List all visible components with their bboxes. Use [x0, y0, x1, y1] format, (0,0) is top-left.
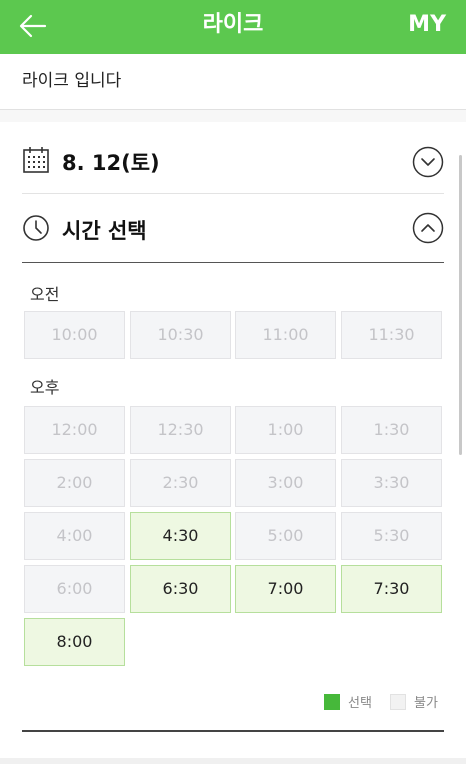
- app-header: 라이크 MY: [0, 0, 466, 54]
- my-page-button[interactable]: MY: [408, 0, 446, 54]
- chevron-up-circle-icon[interactable]: [412, 212, 444, 244]
- time-section-title: 시간 선택: [62, 219, 147, 243]
- time-slot: 4:00: [24, 512, 125, 560]
- section-divider: [0, 110, 466, 122]
- time-slot: 10:00: [24, 311, 125, 359]
- afternoon-label: 오후: [30, 378, 60, 397]
- legend-unavailable-label: 불가: [414, 696, 438, 711]
- time-slot: 11:00: [235, 311, 336, 359]
- time-slot: 2:30: [130, 459, 231, 507]
- bottom-band: [0, 758, 466, 764]
- time-slot[interactable]: 6:30: [130, 565, 231, 613]
- time-slot[interactable]: 8:00: [24, 618, 125, 666]
- date-selector[interactable]: 8. 12(토): [22, 130, 444, 194]
- morning-label: 오전: [30, 285, 60, 304]
- calendar-icon: [23, 147, 49, 173]
- time-slot: 6:00: [24, 565, 125, 613]
- legend-selected-label: 선택: [348, 696, 372, 711]
- time-slot: 12:00: [24, 406, 125, 454]
- time-slot[interactable]: 7:00: [235, 565, 336, 613]
- bottom-divider: [22, 730, 444, 732]
- subtitle-text: 라이크 입니다: [22, 71, 122, 91]
- time-slot: 2:00: [24, 459, 125, 507]
- chevron-down-circle-icon[interactable]: [412, 146, 444, 178]
- clock-icon: [23, 215, 49, 241]
- time-slot: 3:00: [235, 459, 336, 507]
- time-slot: 1:30: [341, 406, 442, 454]
- time-slot: 5:30: [341, 512, 442, 560]
- time-slot: 10:30: [130, 311, 231, 359]
- time-slot[interactable]: 4:30: [130, 512, 231, 560]
- legend-selected-swatch: [324, 694, 340, 710]
- time-slot[interactable]: 7:30: [341, 565, 442, 613]
- time-slot: 1:00: [235, 406, 336, 454]
- time-selector-header[interactable]: 시간 선택: [22, 195, 444, 263]
- selected-date: 8. 12(토): [62, 151, 160, 175]
- subtitle-bar: 라이크 입니다: [0, 54, 466, 110]
- time-slot: 5:00: [235, 512, 336, 560]
- time-slot: 11:30: [341, 311, 442, 359]
- time-slot: 3:30: [341, 459, 442, 507]
- legend-unavailable-swatch: [390, 694, 406, 710]
- page-title: 라이크: [202, 12, 264, 37]
- time-slot: 12:30: [130, 406, 231, 454]
- scrollbar[interactable]: [459, 155, 462, 455]
- legend: 선택 불가: [324, 692, 444, 711]
